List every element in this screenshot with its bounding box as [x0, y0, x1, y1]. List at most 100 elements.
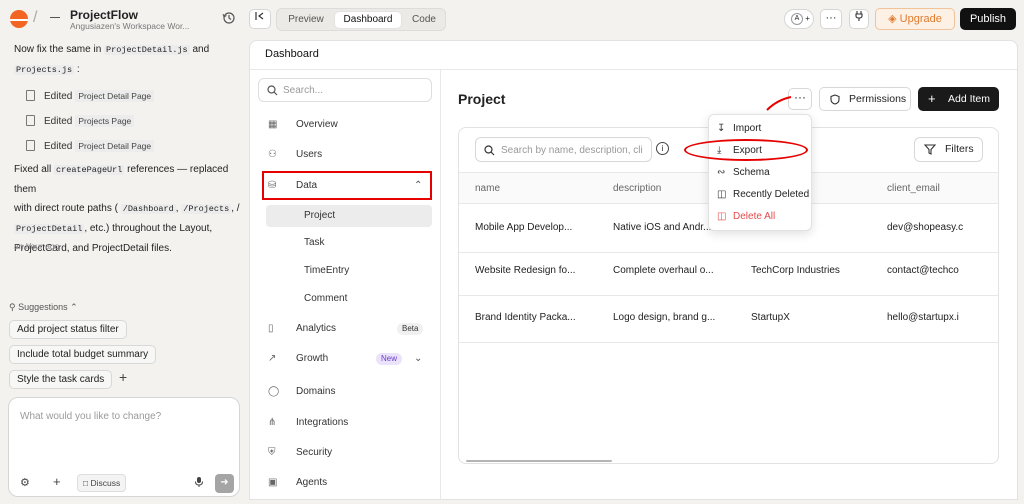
- add-item-button[interactable]: + Add Item: [918, 87, 999, 111]
- cell-client: StartupX: [751, 312, 790, 323]
- edit-label: Edited: [44, 116, 73, 127]
- edit-entry[interactable]: Edited Project Detail Page: [26, 89, 155, 103]
- table-search-input[interactable]: Search by name, description, cli: [475, 137, 652, 162]
- search-icon: [484, 145, 495, 156]
- file-icon: [26, 90, 35, 101]
- cell-client-email: contact@techco: [887, 265, 959, 276]
- cell-name: Mobile App Develop...: [475, 222, 573, 233]
- gem-icon: ◈: [888, 13, 897, 25]
- upgrade-button[interactable]: ◈ Upgrade: [875, 8, 955, 30]
- chat-input-placeholder: What would you like to change?: [20, 411, 162, 422]
- chevron-up-icon[interactable]: ⌃: [70, 302, 78, 312]
- filters-button[interactable]: Filters: [914, 137, 983, 162]
- workspace-name: Angusiazen's Workspace Wor...: [70, 21, 190, 31]
- column-header-description[interactable]: description: [613, 183, 661, 194]
- project-menu-icon[interactable]: [50, 17, 60, 18]
- tab-dashboard[interactable]: Dashboard: [335, 12, 401, 28]
- sidebar-item-users[interactable]: ⚇ Users: [264, 144, 434, 166]
- permissions-button[interactable]: Permissions: [819, 87, 911, 111]
- sidebar-item-analytics[interactable]: ▯ Analytics Beta: [264, 318, 434, 340]
- edit-label: Edited: [44, 141, 73, 152]
- edit-entry[interactable]: Edited Projects Page: [26, 114, 135, 128]
- collapse-panel-button[interactable]: [249, 9, 271, 29]
- sidebar-item-growth[interactable]: ↗ Growth New ⌄: [264, 348, 434, 370]
- send-button[interactable]: ➜: [215, 474, 234, 493]
- data-entity-comment[interactable]: Comment: [266, 288, 432, 310]
- suggestion-chip[interactable]: Style the task cards: [9, 370, 113, 389]
- horizontal-scrollbar[interactable]: [466, 460, 612, 462]
- top-bar: [0, 0, 1024, 40]
- file-icon: [26, 140, 35, 151]
- sidebar-item-label: Agents: [296, 477, 328, 488]
- chat-text: , /: [231, 203, 240, 214]
- column-header-name[interactable]: name: [475, 183, 500, 194]
- sidebar-item-label: Overview: [296, 119, 338, 130]
- menu-item-label: Import: [733, 123, 762, 134]
- upgrade-label: Upgrade: [899, 13, 942, 25]
- sidebar-item-integrations[interactable]: ⋔ Integrations: [264, 412, 434, 434]
- sidebar-item-label: Analytics: [296, 323, 337, 334]
- edit-entry[interactable]: Edited Project Detail Page: [26, 139, 155, 153]
- tab-preview[interactable]: Preview: [282, 12, 330, 28]
- table-search-placeholder: Search by name, description, cli: [501, 145, 643, 156]
- collapse-left-icon: [255, 12, 264, 20]
- trash-red-icon: ◫: [717, 211, 727, 222]
- plus-icon: +: [928, 91, 936, 106]
- cell-name: Brand Identity Packa...: [475, 312, 576, 323]
- attach-plus-icon[interactable]: +: [53, 474, 61, 489]
- suggestion-chip[interactable]: Include total budget summary: [9, 345, 157, 364]
- filter-icon: [924, 144, 936, 155]
- collaborators[interactable]: A +: [784, 9, 814, 29]
- code-filename: Projects.js: [14, 65, 75, 75]
- info-icon[interactable]: i: [656, 142, 669, 155]
- data-entity-project[interactable]: Project: [266, 205, 432, 227]
- suggestion-chip[interactable]: Add project status filter: [9, 320, 127, 339]
- column-header-client-email[interactable]: client_email: [887, 183, 940, 194]
- cell-client-email: dev@shopeasy.c: [887, 222, 964, 233]
- suggestions-label: Suggestions: [18, 302, 68, 312]
- sidebar-item-overview[interactable]: ▦ Overview: [264, 114, 434, 136]
- more-options-button[interactable]: ···: [820, 9, 842, 29]
- import-icon: ↧: [717, 123, 726, 134]
- shield-icon: ⛨: [268, 447, 276, 458]
- add-collaborator-icon[interactable]: +: [805, 14, 810, 23]
- beta-badge: Beta: [397, 323, 424, 335]
- discuss-toggle[interactable]: □ Discuss: [77, 474, 127, 492]
- chat-text: , etc.) throughout the Layout,: [84, 223, 213, 234]
- data-entity-task[interactable]: Task: [266, 232, 432, 254]
- cell-name: Website Redesign fo...: [475, 265, 576, 276]
- globe-icon: ◯: [268, 386, 280, 397]
- bar-chart-icon: ▯: [268, 323, 274, 334]
- data-entity-timeentry[interactable]: TimeEntry: [266, 260, 432, 282]
- chevron-down-icon[interactable]: ⌄: [414, 348, 422, 370]
- sidebar-item-agents[interactable]: ▣ Agents: [264, 472, 434, 494]
- actions-dropdown-menu: ↧ Import ⤓ Export ∾ Schema ◫ Recently Delete…: [708, 114, 812, 231]
- chat-input-box[interactable]: What would you like to change? ⚙ + □ Dis…: [8, 397, 240, 497]
- table-row[interactable]: Brand Identity Packa... Logo design, bra…: [459, 294, 998, 343]
- settings-gear-icon[interactable]: ⚙: [20, 476, 30, 489]
- more-suggestions-plus-icon[interactable]: +: [119, 369, 127, 385]
- sidebar-item-domains[interactable]: ◯ Domains: [264, 381, 434, 403]
- publish-button[interactable]: Publish: [960, 8, 1016, 30]
- sidebar-search-input[interactable]: Search...: [258, 78, 432, 102]
- edit-page-pill[interactable]: Project Detail Page: [75, 90, 155, 102]
- project-name[interactable]: ProjectFlow: [70, 8, 138, 22]
- message-timestamp: an hour ago: [14, 241, 60, 251]
- microphone-icon[interactable]: [194, 476, 204, 491]
- chat-bubble-icon: □: [83, 478, 89, 488]
- sidebar-item-security[interactable]: ⛨ Security: [264, 442, 434, 464]
- chat-text: Now fix the same in: [14, 44, 102, 55]
- edit-page-pill[interactable]: Projects Page: [75, 115, 135, 127]
- schema-icon: ∾: [717, 167, 726, 178]
- table-row[interactable]: Website Redesign fo... Complete overhaul…: [459, 247, 998, 296]
- menu-item-label: Recently Deleted: [733, 189, 810, 200]
- sidebar-item-label: Security: [296, 447, 333, 458]
- menu-item-label: Schema: [733, 167, 770, 178]
- chat-message-intro: Now fix the same in ProjectDetail.js and…: [14, 40, 242, 80]
- history-icon[interactable]: [222, 11, 236, 25]
- tab-code[interactable]: Code: [405, 12, 443, 28]
- edit-page-pill[interactable]: Project Detail Page: [75, 140, 155, 152]
- app-logo[interactable]: [10, 10, 28, 28]
- suggestions-header[interactable]: ⚲ Suggestions ⌃: [9, 302, 78, 313]
- plug-icon[interactable]: [849, 9, 869, 29]
